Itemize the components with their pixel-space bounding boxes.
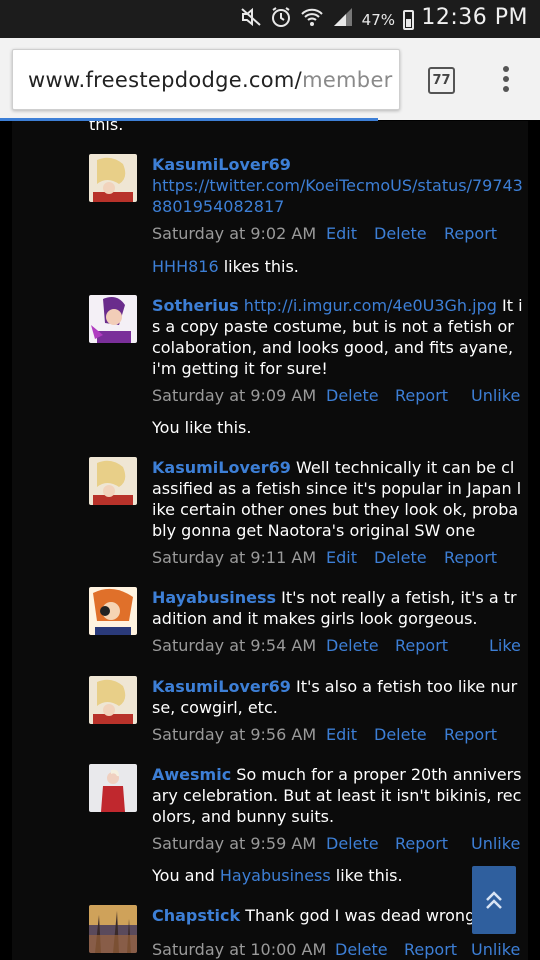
delete-button[interactable]: Delete [326, 386, 379, 405]
comment-meta: Saturday at 9:56 AM Edit Delete Report [152, 725, 522, 747]
comment-text: Thank god I was dead wrong [245, 906, 476, 925]
like-button[interactable]: Like [489, 636, 521, 655]
report-button[interactable]: Report [444, 548, 497, 567]
comment-meta: Saturday at 9:09 AM Delete Report Unlike [152, 386, 522, 408]
battery-percent: 47% [361, 10, 395, 29]
username-link[interactable]: Chapstick [152, 906, 240, 925]
username-link[interactable]: KasumiLover69 [152, 458, 291, 477]
unlike-button[interactable]: Unlike [471, 834, 520, 853]
comment-link[interactable]: https://twitter.com/KoeiTecmoUS/status/7… [152, 176, 523, 216]
liker-link[interactable]: HHH816 [152, 257, 219, 276]
browser-toolbar: www.freestepdodge.com/member 77 [0, 38, 540, 120]
avatar[interactable] [89, 154, 137, 202]
delete-button[interactable]: Delete [374, 224, 427, 243]
comment-body: Sotherius http://i.imgur.com/4e0U3Gh.jpg… [152, 295, 524, 379]
likes-text: likes this. [218, 257, 299, 276]
edit-button[interactable]: Edit [326, 725, 357, 744]
comment-body: Chapstick Thank god I was dead wrong [152, 905, 524, 926]
edit-button[interactable]: Edit [326, 224, 357, 243]
report-button[interactable]: Report [444, 224, 497, 243]
comment-meta: Saturday at 9:11 AM Edit Delete Report [152, 548, 522, 570]
comment-time[interactable]: Saturday at 9:56 AM [152, 725, 316, 744]
battery-icon [403, 9, 414, 30]
comment-time[interactable]: Saturday at 9:02 AM [152, 224, 316, 243]
report-button[interactable]: Report [444, 725, 497, 744]
avatar[interactable] [89, 457, 137, 505]
alarm-icon [270, 6, 292, 33]
delete-button[interactable]: Delete [335, 940, 388, 959]
delete-button[interactable]: Delete [326, 834, 379, 853]
avatar[interactable] [89, 587, 137, 635]
comment-body: KasumiLover69 Well technically it can be… [152, 457, 524, 541]
likes-summary: You like this. [152, 418, 252, 437]
avatar[interactable] [89, 295, 137, 343]
likes-prefix: You and [152, 866, 220, 885]
comment-time[interactable]: Saturday at 9:54 AM [152, 636, 316, 655]
delete-button[interactable]: Delete [326, 636, 379, 655]
comment-time[interactable]: Saturday at 10:00 AM [152, 940, 326, 959]
username-link[interactable]: Hayabusiness [152, 588, 276, 607]
status-bar: 47% 12:36 PM [0, 0, 540, 38]
username-link[interactable]: KasumiLover69 [152, 677, 291, 696]
report-button[interactable]: Report [395, 834, 448, 853]
username-link[interactable]: Sotherius [152, 296, 239, 315]
comment-meta: Saturday at 9:54 AM Delete Report Like [152, 636, 522, 658]
url-input[interactable]: www.freestepdodge.com/member [12, 49, 400, 110]
report-button[interactable]: Report [404, 940, 457, 959]
comment-link[interactable]: http://i.imgur.com/4e0U3Gh.jpg [244, 296, 497, 315]
comment-body: KasumiLover69 https://twitter.com/KoeiTe… [152, 154, 524, 217]
comment-body: Awesmic So much for a proper 20th annive… [152, 764, 524, 827]
likes-summary: You and Hayabusiness like this. [152, 866, 403, 885]
url-domain: www.freestepdodge.com/ [28, 68, 303, 92]
comment-time[interactable]: Saturday at 9:11 AM [152, 548, 316, 567]
url-path: member [302, 68, 393, 92]
likes-text: like this. [330, 866, 403, 885]
tab-switcher-button[interactable]: 77 [428, 67, 455, 94]
overflow-menu-icon[interactable] [499, 66, 513, 96]
delete-button[interactable]: Delete [374, 548, 427, 567]
comment-meta: Saturday at 9:59 AM Delete Report Unlike [152, 834, 522, 856]
username-link[interactable]: KasumiLover69 [152, 155, 291, 174]
avatar[interactable] [89, 764, 137, 812]
status-icons: 47% [240, 6, 414, 33]
page-content: this. KasumiLover69 https://twitter.com/… [0, 121, 540, 960]
unlike-button[interactable]: Unlike [471, 940, 520, 959]
comment-body: KasumiLover69 It's also a fetish too lik… [152, 676, 524, 718]
comment-meta: Saturday at 10:00 AM Delete Report Unlik… [152, 940, 522, 960]
report-button[interactable]: Report [395, 386, 448, 405]
username-link[interactable]: Awesmic [152, 765, 231, 784]
report-button[interactable]: Report [395, 636, 448, 655]
delete-button[interactable]: Delete [374, 725, 427, 744]
wifi-icon [300, 7, 324, 32]
double-chevron-up-icon [486, 891, 502, 909]
comment-body: Hayabusiness It's not really a fetish, i… [152, 587, 524, 629]
signal-icon [332, 7, 354, 32]
edit-button[interactable]: Edit [326, 548, 357, 567]
comment-time[interactable]: Saturday at 9:59 AM [152, 834, 316, 853]
avatar[interactable] [89, 676, 137, 724]
comment-time[interactable]: Saturday at 9:09 AM [152, 386, 316, 405]
liker-link[interactable]: Hayabusiness [220, 866, 331, 885]
previous-likes-fragment: this. [89, 121, 124, 134]
likes-summary: HHH816 likes this. [152, 257, 299, 276]
scroll-to-top-button[interactable] [472, 866, 516, 934]
mute-icon [240, 7, 262, 32]
avatar[interactable] [89, 905, 137, 953]
unlike-button[interactable]: Unlike [471, 386, 520, 405]
clock: 12:36 PM [421, 5, 528, 30]
comment-meta: Saturday at 9:02 AM Edit Delete Report [152, 224, 522, 246]
